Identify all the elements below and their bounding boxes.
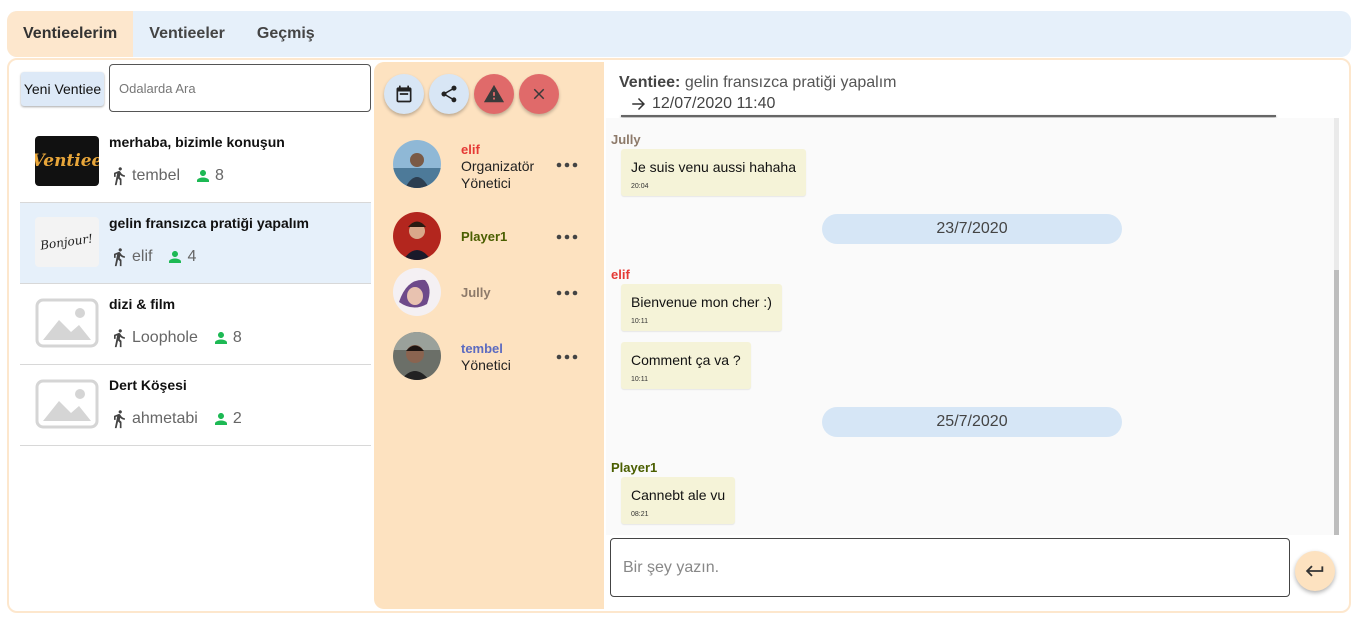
message-text: Cannebt ale vu	[631, 487, 726, 503]
person-icon	[214, 332, 227, 344]
header-divider	[621, 115, 1276, 117]
message-text: Bienvenue mon cher :)	[631, 294, 772, 310]
person-icon	[197, 170, 210, 182]
chat-title-label: Ventiee:	[619, 74, 681, 91]
member-item[interactable]: elif Organizatör Yönetici	[393, 140, 598, 191]
room-title: Dert Köşesi	[109, 377, 187, 393]
tab-ventiees[interactable]: Ventieeler	[133, 11, 241, 57]
member-role: Yönetici	[461, 175, 511, 191]
chat-datetime: 12/07/2020 11:40	[652, 95, 776, 112]
person-icon	[169, 251, 182, 263]
bonjour-handwriting: Bonjour!	[39, 231, 95, 253]
avatar	[393, 140, 441, 188]
room-list: Ventiee merhaba, bizimle konuşun tembel …	[20, 122, 371, 446]
calendar-button[interactable]	[384, 74, 424, 114]
share-button[interactable]	[429, 74, 469, 114]
room-title: dizi & film	[109, 296, 176, 312]
scrollbar-thumb[interactable]	[1334, 270, 1339, 535]
room-item[interactable]: Bonjour! gelin fransızca pratiği yapalım…	[20, 203, 371, 284]
more-options-icon[interactable]	[556, 234, 578, 240]
room-member-count: 8	[232, 329, 242, 346]
chat-datetime-row: 12/07/2020 11:40	[629, 95, 775, 113]
message-sender: elif	[611, 267, 630, 282]
message-bubble: Bienvenue mon cher :) 10:11	[621, 284, 782, 331]
send-button[interactable]	[1295, 551, 1335, 591]
date-separator: 25/7/2020	[822, 407, 1122, 437]
room-member-count: 2	[232, 410, 242, 427]
message-text: Je suis venu aussi hahaha	[631, 159, 796, 175]
room-meta: Loophole 8	[109, 327, 242, 349]
message-bubble: Comment ça va ? 10:11	[621, 342, 751, 389]
room-item[interactable]: Dert Köşesi ahmetabi 2	[20, 365, 371, 446]
member-name: elif	[461, 142, 480, 157]
member-role: Organizatör	[461, 158, 535, 174]
warning-icon	[483, 84, 505, 103]
message-sender: Jully	[611, 132, 641, 147]
avatar	[393, 268, 441, 316]
message-list: Jully Je suis venu aussi hahaha 20:04 23…	[606, 118, 1336, 535]
message-sender: Player1	[611, 460, 658, 475]
arrow-right-icon	[632, 98, 645, 110]
tab-my-ventiees[interactable]: Ventieelerim	[7, 11, 134, 57]
ventiee-logo: Ventiee	[35, 151, 99, 171]
main-frame: Yeni Ventiee Odalarda Ara Ventiee merhab…	[7, 58, 1351, 613]
room-owner: tembel	[132, 167, 181, 184]
room-meta: ahmetabi 2	[109, 408, 242, 430]
member-item[interactable]: Player1	[393, 212, 598, 262]
room-owner: Loophole	[132, 329, 198, 346]
message-time: 08:21	[631, 511, 649, 518]
tab-bar: Ventieelerim Ventieeler Geçmiş	[7, 11, 1351, 57]
enter-icon	[1305, 565, 1324, 577]
room-member-count: 4	[187, 248, 197, 265]
room-meta: tembel 8	[109, 165, 224, 187]
avatar	[393, 332, 441, 380]
image-placeholder-icon	[35, 298, 99, 348]
more-options-icon[interactable]	[556, 162, 578, 168]
message-input[interactable]: Bir şey yazın.	[610, 538, 1290, 597]
walking-person-icon	[114, 167, 125, 186]
chat-title: gelin fransızca pratiği yapalım	[684, 74, 897, 91]
room-search-input[interactable]: Odalarda Ara	[109, 64, 371, 112]
walking-person-icon	[114, 329, 125, 348]
report-button[interactable]	[474, 74, 514, 114]
participants-panel: elif Organizatör Yönetici Player1 Jully	[374, 62, 604, 609]
message-time: 10:11	[631, 318, 648, 325]
room-member-count: 8	[215, 167, 224, 184]
room-item[interactable]: Ventiee merhaba, bizimle konuşun tembel …	[20, 122, 371, 203]
member-role: Yönetici	[461, 357, 511, 373]
close-icon	[533, 88, 545, 100]
room-thumbnail: Bonjour!	[35, 217, 99, 267]
member-item[interactable]: Jully	[393, 268, 598, 318]
room-owner: ahmetabi	[132, 410, 198, 427]
message-text: Comment ça va ?	[631, 352, 741, 368]
message-bubble: Je suis venu aussi hahaha 20:04	[621, 149, 806, 196]
message-time: 20:04	[631, 183, 649, 190]
member-name: Player1	[461, 229, 508, 244]
calendar-icon	[396, 85, 412, 103]
room-owner: elif	[132, 248, 153, 265]
member-item[interactable]: tembel Yönetici	[393, 332, 598, 382]
chat-header: Ventiee: gelin fransızca pratiği yapalım	[619, 74, 896, 92]
more-options-icon[interactable]	[556, 290, 578, 296]
room-meta: elif 4	[109, 246, 196, 268]
message-time: 10:11	[631, 376, 648, 383]
walking-person-icon	[114, 410, 125, 429]
room-thumbnail: Ventiee	[35, 136, 99, 186]
walking-person-icon	[114, 248, 125, 267]
new-ventiee-button[interactable]: Yeni Ventiee	[21, 72, 104, 106]
share-icon	[441, 85, 457, 103]
date-separator: 23/7/2020	[822, 214, 1122, 244]
room-title: gelin fransızca pratiği yapalım	[109, 215, 309, 231]
tab-history[interactable]: Geçmiş	[241, 11, 331, 57]
person-icon	[214, 413, 227, 425]
room-item[interactable]: dizi & film Loophole 8	[20, 284, 371, 365]
message-bubble: Cannebt ale vu 08:21	[621, 477, 736, 524]
avatar	[393, 212, 441, 260]
room-title: merhaba, bizimle konuşun	[109, 134, 285, 150]
member-name: Jully	[461, 285, 491, 300]
image-placeholder-icon	[35, 379, 99, 429]
close-button[interactable]	[519, 74, 559, 114]
member-name: tembel	[461, 341, 503, 356]
more-options-icon[interactable]	[556, 354, 578, 360]
